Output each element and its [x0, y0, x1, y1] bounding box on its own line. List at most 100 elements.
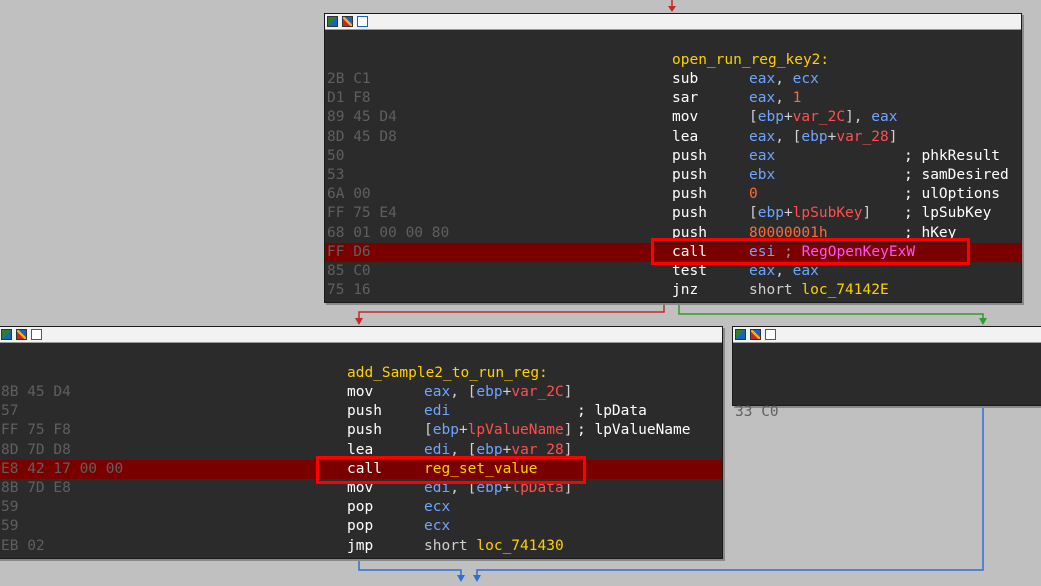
operands[interactable]: 0 — [749, 185, 758, 204]
asm-line[interactable]: 50 push eax ; phkResult — [325, 147, 1021, 166]
asm-line[interactable]: 8B 45 D4 mov eax, [ebp+var_2C] — [0, 383, 722, 402]
opcode-bytes: 8D 45 D8 — [327, 128, 397, 145]
operands[interactable]: short loc_74142E — [749, 281, 889, 300]
opcode-bytes: 8B 7D E8 — [1, 480, 71, 496]
opcode-bytes: 68 01 00 00 80 — [327, 224, 450, 241]
operands[interactable]: [ebp+var_2C], eax — [749, 108, 897, 127]
edge-true-arrow — [979, 318, 987, 325]
asm-line[interactable]: 8D 45 D8 lea eax, [ebp+var_28] — [325, 128, 1021, 147]
opcode-bytes: 8D 7D D8 — [1, 441, 71, 458]
mnemonic[interactable]: jmp — [347, 537, 373, 556]
opcode-bytes: EB 02 — [1, 537, 45, 554]
mnemonic[interactable]: push — [672, 166, 707, 185]
asm-line[interactable]: EB 02 jmp short loc_741430 — [0, 537, 722, 556]
arg-comment: ; ulOptions — [904, 186, 1001, 203]
opcode-bytes: 50 — [327, 147, 345, 164]
graph-overview-icon[interactable] — [1, 329, 12, 340]
mnemonic[interactable]: mov — [672, 108, 698, 127]
operands[interactable]: eax, ecx — [749, 70, 819, 89]
mnemonic[interactable]: sub — [672, 70, 698, 89]
edge-false-branch — [358, 302, 665, 320]
edge-right-out-arrow — [473, 575, 481, 582]
mnemonic[interactable]: jnz — [672, 281, 698, 300]
arg-comment: ; lpData — [577, 403, 647, 420]
edge-false-arrow — [355, 318, 363, 325]
asm-line[interactable]: D1 F8 sar eax, 1 — [325, 89, 1021, 108]
asm-line[interactable]: 57 push edi ; lpData — [0, 402, 722, 421]
opcode-bytes: 2B C1 — [327, 71, 371, 87]
operands[interactable]: ecx — [424, 498, 450, 517]
opcode-bytes: E8 42 17 00 00 — [1, 460, 124, 477]
operands[interactable]: ebx — [749, 166, 775, 185]
graph-node-loc-74142e[interactable]: 33 C0 — [732, 326, 1041, 420]
asm-line[interactable]: 59 pop ecx — [0, 517, 722, 536]
opcode-bytes: 53 — [327, 167, 345, 183]
callout-regopenkeyexw — [651, 238, 970, 265]
asm-line[interactable]: 89 45 D4 mov [ebp+var_2C], eax — [325, 108, 1021, 127]
arg-comment: ; samDesired — [904, 167, 1009, 183]
asm-line[interactable]: 53 push ebx ; samDesired — [325, 166, 1021, 185]
operands[interactable]: short loc_741430 — [424, 537, 564, 556]
edge-incoming-arrow — [668, 6, 676, 12]
operands[interactable]: eax, 1 — [749, 89, 801, 108]
asm-line[interactable]: 75 16 jnz short loc_74142E — [325, 281, 1021, 300]
arg-comment: ; lpValueName — [577, 422, 691, 439]
opcode-bytes: FF D6 — [327, 243, 371, 260]
asm-line[interactable]: 33 C0 — [733, 384, 1041, 420]
mnemonic[interactable]: pop — [347, 498, 373, 517]
mnemonic[interactable]: push — [672, 147, 707, 166]
mnemonic[interactable]: lea — [672, 128, 698, 147]
node-titlebar[interactable] — [0, 327, 722, 343]
block-label[interactable]: add_Sample2_to_run_reg: — [0, 364, 722, 383]
opcode-bytes: D1 F8 — [327, 90, 371, 107]
arg-comment: ; phkResult — [904, 147, 1001, 164]
operands[interactable]: eax, [ebp+var_2C] — [424, 383, 572, 402]
asm-line[interactable]: FF 75 F8 push [ebp+lpValueName] ; lpValueNa… — [0, 421, 722, 440]
window-icon[interactable] — [357, 16, 368, 27]
mnemonic[interactable]: mov — [347, 383, 373, 402]
graph-overview-icon[interactable] — [327, 16, 338, 27]
window-icon[interactable] — [31, 329, 42, 340]
edge-true-branch — [678, 302, 984, 320]
mnemonic[interactable]: sar — [672, 89, 698, 108]
mnemonic[interactable]: pop — [347, 517, 373, 536]
asm-line[interactable]: FF 75 E4 push [ebp+lpSubKey] ; lpSubKey — [325, 204, 1021, 223]
opcode-bytes: 33 C0 — [735, 404, 779, 420]
asm-line[interactable]: 59 pop ecx — [0, 498, 722, 517]
window-icon[interactable] — [765, 329, 776, 340]
graph-node-add-sample2-to-run-reg[interactable]: add_Sample2_to_run_reg: 8B 45 D4 mov eax, [… — [0, 326, 723, 559]
opcode-bytes: 89 45 D4 — [327, 109, 397, 126]
operands[interactable]: ecx — [424, 517, 450, 536]
block-label-text[interactable]: add_Sample2_to_run_reg: — [347, 364, 548, 383]
mnemonic[interactable]: push — [347, 421, 382, 440]
edit-icon[interactable] — [750, 329, 761, 340]
opcode-bytes: 85 C0 — [327, 263, 371, 279]
arg-comment: ; lpSubKey — [904, 205, 992, 222]
mnemonic[interactable]: push — [672, 185, 707, 204]
asm-line[interactable]: 6A 00 push 0 ; ulOptions — [325, 185, 1021, 204]
edit-icon[interactable] — [16, 329, 27, 340]
operands[interactable]: [ebp+lpValueName] — [424, 421, 572, 440]
node-titlebar[interactable] — [325, 14, 1021, 30]
operands[interactable]: eax, [ebp+var_28] — [749, 128, 897, 147]
opcode-bytes: 59 — [1, 518, 19, 535]
mnemonic[interactable]: push — [347, 402, 382, 421]
edge-left-out-arrow — [457, 575, 465, 582]
edit-icon[interactable] — [342, 16, 353, 27]
opcode-bytes: FF 75 E4 — [327, 205, 397, 222]
opcode-bytes: 57 — [1, 403, 19, 420]
block-label-text[interactable]: open_run_reg_key2: — [672, 51, 829, 70]
edge-left-out — [358, 558, 462, 578]
asm-line[interactable]: 2B C1 sub eax, ecx — [325, 70, 1021, 89]
graph-overview-icon[interactable] — [735, 329, 746, 340]
operands[interactable]: [ebp+lpSubKey] — [749, 204, 871, 223]
mnemonic[interactable]: push — [672, 204, 707, 223]
opcode-bytes: 75 16 — [327, 282, 371, 299]
block-label[interactable]: open_run_reg_key2: — [325, 51, 1021, 70]
operands[interactable]: edi — [424, 402, 450, 421]
operands[interactable]: eax — [749, 147, 775, 166]
opcode-bytes: 59 — [1, 499, 19, 516]
opcode-bytes: 6A 00 — [327, 186, 371, 203]
node-titlebar[interactable] — [733, 327, 1041, 343]
callout-reg-set-value — [316, 456, 586, 484]
